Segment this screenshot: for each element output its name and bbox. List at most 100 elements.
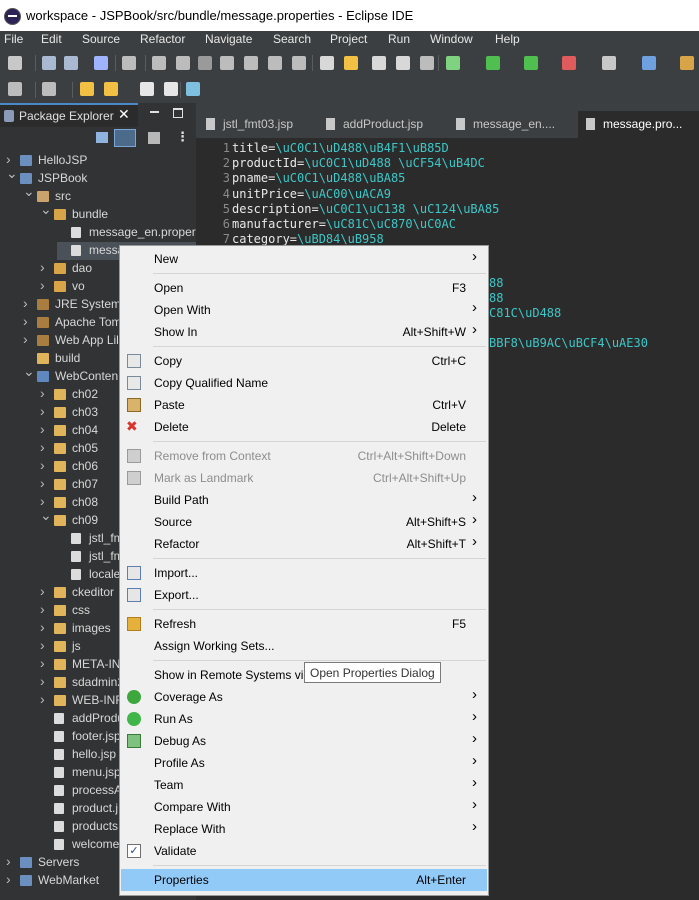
menu-item-mark-as-landmark[interactable]: Mark as Landmark Ctrl+Alt+Shift+Up	[121, 467, 487, 489]
menu-item-copy[interactable]: Copy Ctrl+C	[121, 350, 487, 372]
editor-tab[interactable]: message_en....	[448, 111, 578, 138]
view-menu-icon[interactable]: ⋮	[176, 130, 189, 145]
skip-breakpoints-icon[interactable]	[122, 56, 136, 70]
menu-navigate[interactable]: Navigate	[205, 32, 252, 46]
save-icon[interactable]	[42, 56, 56, 70]
package-explorer-tab[interactable]: Package Explorer ✕	[0, 103, 138, 127]
expanded-chevron-icon[interactable]: ⌄	[6, 165, 18, 182]
menu-item-export[interactable]: Export...	[121, 584, 487, 606]
menu-file[interactable]: File	[4, 32, 23, 46]
collapsed-chevron-icon[interactable]: ›	[40, 637, 50, 653]
collapsed-chevron-icon[interactable]: ›	[40, 385, 50, 401]
editor-tab[interactable]: addProduct.jsp	[318, 111, 446, 138]
menu-item-debug-as[interactable]: Debug As ›	[121, 730, 487, 752]
menu-item-open-with[interactable]: Open With ›	[121, 299, 487, 321]
code-line[interactable]: 6 manufacturer=\uC81C\uC870\uC0AC	[220, 217, 456, 232]
suspend-icon[interactable]	[176, 56, 190, 70]
resume-icon[interactable]	[152, 56, 166, 70]
print-icon[interactable]	[94, 56, 108, 70]
open-type-icon[interactable]	[372, 56, 386, 70]
forward-icon[interactable]	[164, 82, 178, 96]
menu-item-replace-with[interactable]: Replace With ›	[121, 818, 487, 840]
menu-item-build-path[interactable]: Build Path ›	[121, 489, 487, 511]
collapsed-chevron-icon[interactable]: ›	[40, 277, 50, 293]
code-line-fragment[interactable]: 88	[489, 276, 503, 291]
menu-item-paste[interactable]: Paste Ctrl+V	[121, 394, 487, 416]
collapsed-chevron-icon[interactable]: ›	[40, 619, 50, 635]
menu-project[interactable]: Project	[330, 32, 367, 46]
server-icon[interactable]	[42, 82, 56, 96]
code-line[interactable]: 5 description=\uC0C1\uC138 \uC124\uBA85	[220, 202, 500, 217]
menu-search[interactable]: Search	[273, 32, 311, 46]
code-line-fragment[interactable]: BBF8\uB9AC\uBCF4\uAE30	[489, 336, 648, 351]
disconnect-icon[interactable]	[220, 56, 234, 70]
collapsed-chevron-icon[interactable]: ›	[40, 475, 50, 491]
collapsed-chevron-icon[interactable]: ›	[6, 871, 16, 887]
collapsed-chevron-icon[interactable]: ›	[40, 439, 50, 455]
menu-run[interactable]: Run	[388, 32, 410, 46]
open-task-icon[interactable]	[320, 56, 334, 70]
menu-item-validate[interactable]: ✓ Validate	[121, 840, 487, 862]
editor-tab[interactable]: message.pro...	[578, 111, 699, 138]
show-whitespace-icon[interactable]	[420, 56, 434, 70]
search-icon[interactable]	[642, 56, 656, 70]
link-with-editor-icon[interactable]	[114, 129, 136, 147]
external-tools-icon[interactable]	[562, 56, 576, 70]
menu-item-compare-with[interactable]: Compare With ›	[121, 796, 487, 818]
step-over-icon[interactable]	[268, 56, 282, 70]
menu-item-show-in[interactable]: Show In Alt+Shift+W ›	[121, 321, 487, 343]
code-line-fragment[interactable]: 88	[489, 291, 503, 306]
back-icon[interactable]	[140, 82, 154, 96]
collapsed-chevron-icon[interactable]: ›	[40, 673, 50, 689]
code-line[interactable]: 3 pname=\uC0C1\uD488\uBA85	[220, 171, 406, 186]
collapsed-chevron-icon[interactable]: ›	[23, 313, 33, 329]
code-line[interactable]: 4 unitPrice=\uAC00\uACA9	[220, 187, 391, 202]
collapsed-chevron-icon[interactable]: ›	[23, 331, 33, 347]
code-line[interactable]: 2 productId=\uC0C1\uD488 \uCF54\uB4DC	[220, 156, 485, 171]
menu-help[interactable]: Help	[495, 32, 520, 46]
menu-refactor[interactable]: Refactor	[140, 32, 185, 46]
collapsed-chevron-icon[interactable]: ›	[40, 457, 50, 473]
new-server-icon[interactable]	[602, 56, 616, 70]
prev-annotation-icon[interactable]	[104, 82, 118, 96]
pin-editor-icon[interactable]	[186, 82, 200, 96]
menu-item-refactor[interactable]: Refactor Alt+Shift+T ›	[121, 533, 487, 555]
menu-item-new[interactable]: New ›	[121, 248, 487, 270]
step-into-icon[interactable]	[244, 56, 258, 70]
menu-item-copy-qualified-name[interactable]: Copy Qualified Name	[121, 372, 487, 394]
view-menu-filter-icon[interactable]	[148, 132, 160, 144]
menu-window[interactable]: Window	[430, 32, 473, 46]
collapsed-chevron-icon[interactable]: ›	[40, 601, 50, 617]
menu-item-coverage-as[interactable]: Coverage As ›	[121, 686, 487, 708]
menu-source[interactable]: Source	[82, 32, 120, 46]
collapsed-chevron-icon[interactable]: ›	[23, 295, 33, 311]
menu-edit[interactable]: Edit	[41, 32, 62, 46]
menu-item-profile-as[interactable]: Profile As ›	[121, 752, 487, 774]
menu-item-remove-from-context[interactable]: Remove from Context Ctrl+Alt+Shift+Down	[121, 445, 487, 467]
menu-item-import[interactable]: Import...	[121, 562, 487, 584]
collapsed-chevron-icon[interactable]: ›	[6, 853, 16, 869]
menu-item-refresh[interactable]: Refresh F5	[121, 613, 487, 635]
menu-item-delete[interactable]: ✖ Delete Delete	[121, 416, 487, 438]
menu-item-run-as[interactable]: Run As ›	[121, 708, 487, 730]
next-annotation-icon[interactable]	[80, 82, 94, 96]
close-icon[interactable]: ✕	[118, 107, 130, 123]
outline-icon[interactable]	[396, 56, 410, 70]
menu-item-source[interactable]: Source Alt+Shift+S ›	[121, 511, 487, 533]
collapsed-chevron-icon[interactable]: ›	[40, 655, 50, 671]
code-line-fragment[interactable]: C81C\uD488	[489, 306, 561, 321]
collapsed-chevron-icon[interactable]: ›	[40, 691, 50, 707]
open-perspective-icon[interactable]	[680, 56, 694, 70]
annotation-icon[interactable]	[344, 56, 358, 70]
terminal-icon[interactable]	[8, 82, 22, 96]
menu-item-assign-working-sets[interactable]: Assign Working Sets...	[121, 635, 487, 657]
menu-item-properties[interactable]: Properties Alt+Enter	[121, 869, 487, 891]
expanded-chevron-icon[interactable]: ⌄	[40, 507, 52, 524]
maximize-icon[interactable]	[173, 108, 183, 118]
minimize-icon[interactable]	[150, 111, 159, 113]
menu-item-open[interactable]: Open F3	[121, 277, 487, 299]
new-icon[interactable]	[8, 56, 22, 70]
collapse-all-icon[interactable]	[96, 132, 108, 143]
expanded-chevron-icon[interactable]: ⌄	[23, 183, 35, 200]
code-line[interactable]: 1 title=\uC0C1\uD488\uB4F1\uB85D	[220, 141, 449, 156]
